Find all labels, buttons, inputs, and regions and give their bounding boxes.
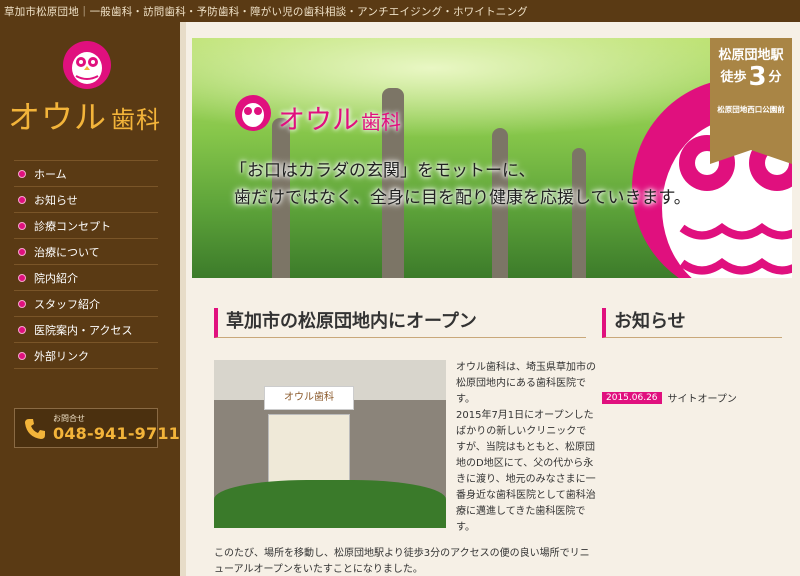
nav-item-access[interactable]: 医院案内・アクセス — [14, 317, 158, 343]
clinic-photo: オウル歯科 — [214, 360, 446, 528]
owl-logo-icon[interactable] — [62, 40, 112, 90]
nav-item-home[interactable]: ホーム — [14, 161, 158, 187]
logo-main-text: オウル — [8, 98, 108, 136]
station-badge: 松原団地駅 徒歩3 分 松原団地西口公園前 — [710, 38, 792, 164]
contact-label: お問合せ — [53, 414, 85, 423]
main-content: オウル 歯科 「お口はカラダの玄関」をモットーに、 歯だけではなく、全身に目を配り… — [180, 22, 800, 576]
main-nav: ホーム お知らせ 診療コンセプト 治療について 院内紹介 スタッフ紹介 医院案内… — [14, 160, 158, 369]
logo-sub-text: 歯科 — [111, 106, 162, 134]
nav-item-staff[interactable]: スタッフ紹介 — [14, 291, 158, 317]
nav-item-treatment[interactable]: 治療について — [14, 239, 158, 265]
clinic-sign: オウル歯科 — [264, 386, 354, 410]
bullet-icon — [18, 325, 26, 334]
bullet-icon — [18, 169, 26, 178]
site-tagline: 草加市松原団地｜一般歯科・訪問歯科・予防歯科・障がい児の歯科相談・アンチエイジン… — [4, 6, 528, 18]
news-section-heading: お知らせ — [602, 308, 782, 338]
news-item[interactable]: 2015.06.26 サイトオープン — [602, 390, 737, 405]
news-date: 2015.06.26 — [602, 391, 662, 404]
owl-small-icon — [235, 95, 271, 131]
bullet-icon — [18, 299, 26, 308]
hero-brand: オウル 歯科 — [278, 105, 401, 136]
open-section-heading: 草加市の松原団地内にオープン — [214, 308, 586, 338]
intro-text: オウル歯科は、埼玉県草加市の松原団地内にある歯科医院です。 2015年7月1日に… — [456, 362, 596, 533]
top-bar: 草加市松原団地｜一般歯科・訪問歯科・予防歯科・障がい児の歯科相談・アンチエイジン… — [0, 0, 800, 22]
sidebar: オウル 歯科 ホーム お知らせ 診療コンセプト 治療について 院内紹介 スタッフ紹… — [0, 22, 180, 576]
nav-item-clinic[interactable]: 院内紹介 — [14, 265, 158, 291]
bullet-icon — [18, 247, 26, 256]
contact-phone-number[interactable]: 048-941-9711 — [53, 424, 180, 443]
bullet-icon — [18, 195, 26, 204]
nav-item-news[interactable]: お知らせ — [14, 187, 158, 213]
phone-icon — [25, 419, 45, 439]
hero-banner: オウル 歯科 「お口はカラダの玄関」をモットーに、 歯だけではなく、全身に目を配り… — [192, 38, 792, 278]
nav-item-links[interactable]: 外部リンク — [14, 343, 158, 369]
logo-wordmark[interactable]: オウル 歯科 — [8, 92, 168, 138]
bullet-icon — [18, 273, 26, 282]
bullet-icon — [18, 221, 26, 230]
bullet-icon — [18, 351, 26, 360]
hero-tagline: 「お口はカラダの玄関」をモットーに、 歯だけではなく、全身に目を配り健康を応援し… — [230, 161, 691, 208]
news-title-link[interactable]: サイトオープン — [668, 390, 737, 405]
renewal-text: このたび、場所を移動し、松原団地駅より徒歩3分のアクセスの便の良い場所でリニュー… — [214, 548, 590, 575]
contact-box[interactable]: お問合せ 048-941-9711 — [14, 408, 180, 448]
nav-item-concept[interactable]: 診療コンセプト — [14, 213, 158, 239]
